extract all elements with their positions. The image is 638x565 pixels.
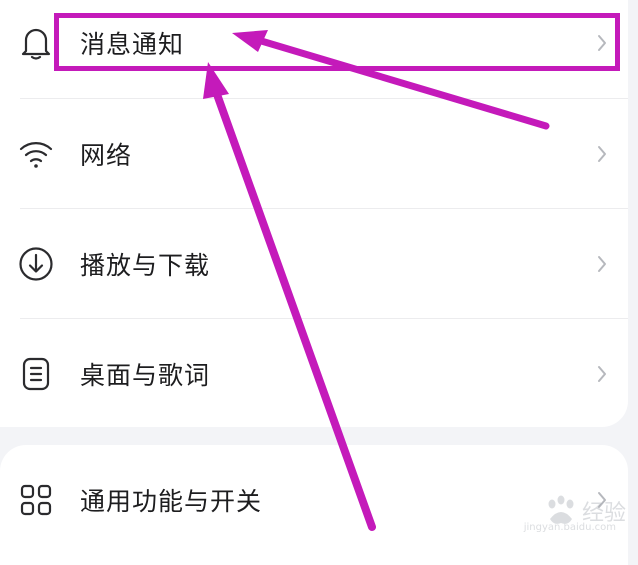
settings-item-desktop-lyrics[interactable]: 桌面与歌词 bbox=[0, 319, 628, 429]
bell-icon bbox=[17, 24, 55, 62]
chevron-right-icon bbox=[594, 142, 610, 166]
chevron-right-icon bbox=[594, 252, 610, 276]
grid-icon bbox=[17, 481, 55, 519]
download-icon bbox=[17, 245, 55, 283]
watermark-url: jingyan.baidu.com bbox=[523, 522, 616, 533]
wifi-icon bbox=[17, 135, 55, 173]
lyrics-document-icon bbox=[17, 355, 55, 393]
baidu-jingyan-watermark: 经验 jingyan.baidu.com bbox=[524, 495, 626, 533]
settings-card-general: 通用功能与开关 bbox=[0, 445, 628, 565]
settings-item-label: 消息通知 bbox=[80, 30, 185, 59]
settings-item-general-functions[interactable]: 通用功能与开关 bbox=[0, 445, 628, 555]
settings-item-label: 网络 bbox=[80, 141, 133, 170]
settings-item-network[interactable]: 网络 bbox=[0, 99, 628, 209]
chevron-right-icon bbox=[594, 362, 610, 386]
settings-item-label: 播放与下载 bbox=[80, 251, 211, 280]
chevron-right-icon bbox=[594, 31, 610, 55]
settings-item-label: 通用功能与开关 bbox=[80, 487, 263, 516]
settings-item-playback-download[interactable]: 播放与下载 bbox=[0, 209, 628, 319]
settings-item-label: 桌面与歌词 bbox=[80, 361, 211, 390]
settings-card-main: 消息通知 网络 播放与下载 桌面与歌词 bbox=[0, 0, 628, 427]
settings-item-notifications[interactable]: 消息通知 bbox=[0, 0, 628, 98]
